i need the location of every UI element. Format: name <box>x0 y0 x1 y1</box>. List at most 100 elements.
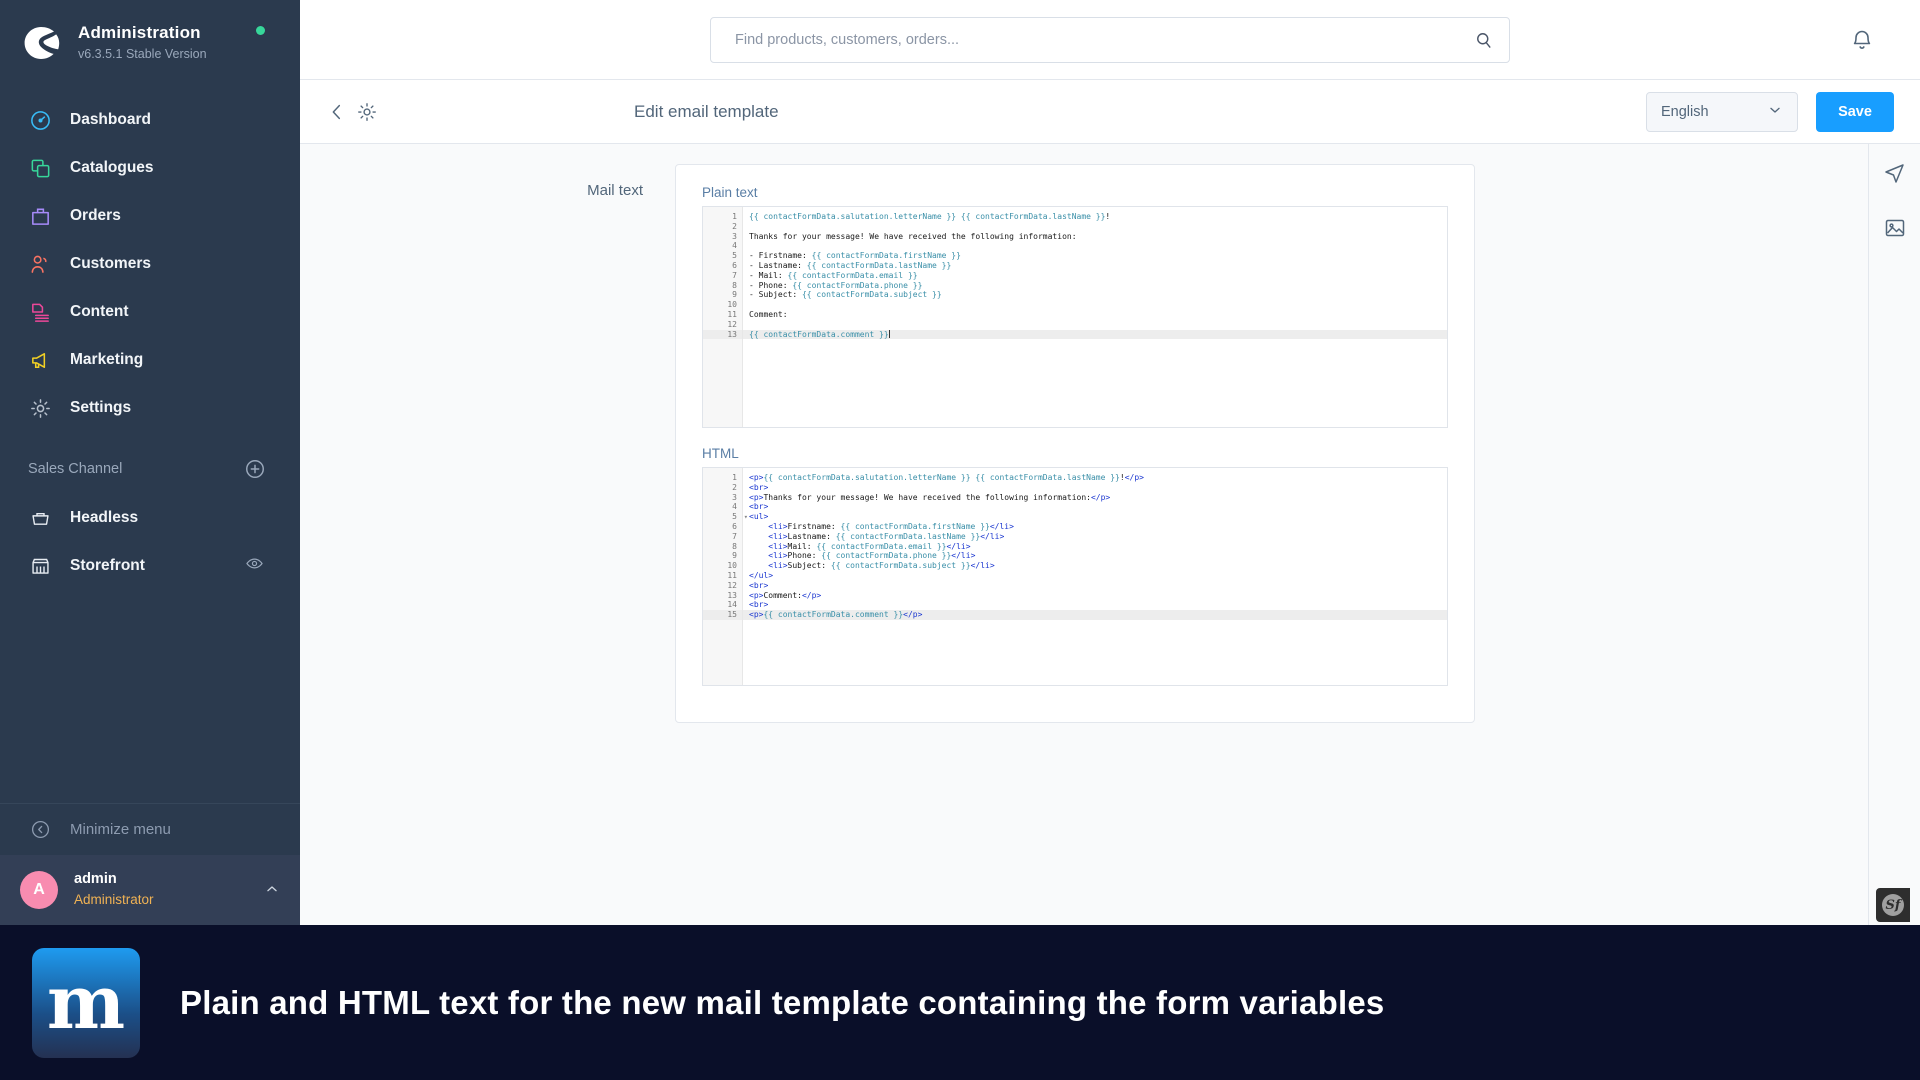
gutter-line: 12 <box>727 580 737 590</box>
plus-circle-icon[interactable] <box>244 458 266 480</box>
sales-channel-section: Sales Channel <box>0 432 300 492</box>
search-input[interactable] <box>710 16 1510 63</box>
plain-code-area[interactable]: {{ contactFormData.salutation.letterName… <box>743 207 1447 427</box>
gutter-line-empty <box>703 649 742 659</box>
sidebar-item-customers[interactable]: Customers <box>0 240 300 288</box>
code-line[interactable]: - Subject: {{ contactFormData.subject }} <box>743 290 1447 300</box>
code-token: Subject: <box>787 561 831 571</box>
code-line[interactable]: <p>Comment:</p> <box>743 591 1447 601</box>
symfony-profiler-icon[interactable]: Sf <box>1876 888 1910 922</box>
plain-text-code-editor[interactable]: 1 2 3 4 5 6 7 8 9 10 11 12 13 {{ contactFormData.sal… <box>702 206 1448 428</box>
code-token: {{ contactFormData.salutation.letterName… <box>749 212 1106 221</box>
code-line[interactable]: - Lastname: {{ contactFormData.lastName … <box>743 261 1447 271</box>
text-caret <box>888 329 890 338</box>
app-window: Administration v6.3.5.1 Stable Version D… <box>0 0 1920 1080</box>
right-rail <box>1868 144 1920 925</box>
code-token: {{ contactFormData.phone }} <box>792 280 923 290</box>
plain-text-editor-block: Plain text 1 2 3 4 5 6 7 8 9 10 11 12 13 {{ contactF… <box>702 185 1448 428</box>
code-line[interactable]: <p>{{ contactFormData.comment }}</p> <box>743 610 1447 620</box>
content-icon <box>28 300 52 324</box>
gutter-line: 1 <box>732 473 737 482</box>
sidebar-item-marketing[interactable]: Marketing <box>0 336 300 384</box>
banner-caption: Plain and HTML text for the new mail tem… <box>180 983 1385 1021</box>
code-token: <br> <box>749 482 769 492</box>
language-select[interactable]: English <box>1646 91 1798 132</box>
code-token: {{ contactFormData.lastName }} <box>806 260 952 270</box>
media-image-icon[interactable] <box>1883 216 1907 240</box>
code-line[interactable]: {{ contactFormData.comment }} <box>743 329 1447 340</box>
sidebar-item-dashboard[interactable]: Dashboard <box>0 96 300 144</box>
code-token: - Firstname: <box>749 251 812 261</box>
code-line[interactable]: <li>Subject: {{ contactFormData.subject … <box>743 561 1447 571</box>
code-line[interactable]: <br> <box>743 600 1447 610</box>
code-line[interactable]: <p>Thanks for your message! We have rece… <box>743 493 1447 503</box>
chevron-up-icon[interactable] <box>264 881 280 900</box>
code-line[interactable]: <li>Firstname: {{ contactFormData.firstN… <box>743 522 1447 532</box>
code-line[interactable] <box>743 300 1447 310</box>
basket-icon <box>28 506 52 530</box>
send-mail-icon[interactable] <box>1883 160 1907 184</box>
code-line[interactable]: - Firstname: {{ contactFormData.firstNam… <box>743 251 1447 261</box>
code-line[interactable]: <li>Lastname: {{ contactFormData.lastNam… <box>743 532 1447 542</box>
chevron-left-icon[interactable] <box>326 101 348 123</box>
code-token: - Lastname: <box>749 260 807 270</box>
code-line[interactable]: - Phone: {{ contactFormData.phone }} <box>743 281 1447 291</box>
sidebar-item-label: Orders <box>70 207 121 224</box>
search-icon[interactable] <box>1474 30 1494 50</box>
dashboard-icon <box>28 108 52 132</box>
code-token: Comment: <box>763 590 802 600</box>
user-menu[interactable]: A admin Administrator <box>0 855 300 925</box>
code-line[interactable]: <br> <box>743 483 1447 493</box>
sidebar-item-headless[interactable]: Headless <box>0 494 300 542</box>
code-line[interactable]: </ul> <box>743 571 1447 581</box>
gear-icon <box>28 396 52 420</box>
orders-icon <box>28 204 52 228</box>
code-line[interactable]: {{ contactFormData.salutation.letterName… <box>743 212 1447 222</box>
bell-icon[interactable] <box>1850 28 1874 52</box>
code-line[interactable] <box>743 320 1447 330</box>
code-line[interactable]: <br> <box>743 502 1447 512</box>
html-editor-block: HTML 1 2 3 4 5 ▾ 6 7 8 9 10 11 12 13 14 15 <p>{{ contac… <box>702 446 1448 686</box>
fold-toggle-icon[interactable]: ▾ <box>744 513 748 523</box>
gutter-line: 3 <box>732 492 737 502</box>
code-line[interactable]: <br> <box>743 581 1447 591</box>
code-line[interactable]: Thanks for your message! We have receive… <box>743 232 1447 242</box>
code-line[interactable]: Comment: <box>743 310 1447 320</box>
html-code-editor[interactable]: 1 2 3 4 5 ▾ 6 7 8 9 10 11 12 13 14 15 <p>{{ contactForm… <box>702 467 1448 686</box>
gutter-line: 2 <box>732 482 737 492</box>
minimize-menu-button[interactable]: Minimize menu <box>0 803 300 855</box>
sidebar-item-content[interactable]: Content <box>0 288 300 336</box>
gutter-line: 11 <box>727 309 737 319</box>
sidebar-item-orders[interactable]: Orders <box>0 192 300 240</box>
sidebar-item-label: Content <box>70 303 129 320</box>
code-line[interactable] <box>743 222 1447 232</box>
code-token: - Phone: <box>749 280 793 290</box>
code-token: {{ contactFormData.salutation.letterName… <box>763 473 1120 482</box>
gutter-line-empty <box>703 620 742 630</box>
code-line[interactable]: <ul> <box>743 512 1447 522</box>
html-code-area[interactable]: <p>{{ contactFormData.salutation.letterN… <box>743 468 1447 685</box>
eye-icon[interactable] <box>245 554 264 578</box>
code-line[interactable]: <p>{{ contactFormData.salutation.letterN… <box>743 473 1447 483</box>
code-line[interactable]: <li>Phone: {{ contactFormData.phone }}</… <box>743 551 1447 561</box>
code-line[interactable] <box>743 241 1447 251</box>
sidebar-item-catalogues[interactable]: Catalogues <box>0 144 300 192</box>
gear-icon[interactable] <box>356 101 378 123</box>
code-line[interactable]: <li>Mail: {{ contactFormData.email }}</l… <box>743 542 1447 552</box>
save-button[interactable]: Save <box>1816 91 1894 132</box>
code-line[interactable]: - Mail: {{ contactFormData.email }} <box>743 271 1447 281</box>
code-token: {{ contactFormData.comment }} <box>749 329 889 339</box>
code-token: <li> <box>768 531 788 541</box>
code-token: <li> <box>768 521 788 531</box>
gutter-line: 9 <box>732 551 737 561</box>
code-token: </ul> <box>749 570 774 580</box>
sidebar-item-storefront[interactable]: Storefront <box>0 542 300 590</box>
brand-header[interactable]: Administration v6.3.5.1 Stable Version <box>0 0 300 74</box>
avatar: A <box>20 871 58 909</box>
gutter-line: 2 <box>732 221 737 231</box>
code-token: </li> <box>946 541 971 551</box>
sidebar-item-settings[interactable]: Settings <box>0 384 300 432</box>
gutter-line: 14 <box>727 600 737 610</box>
